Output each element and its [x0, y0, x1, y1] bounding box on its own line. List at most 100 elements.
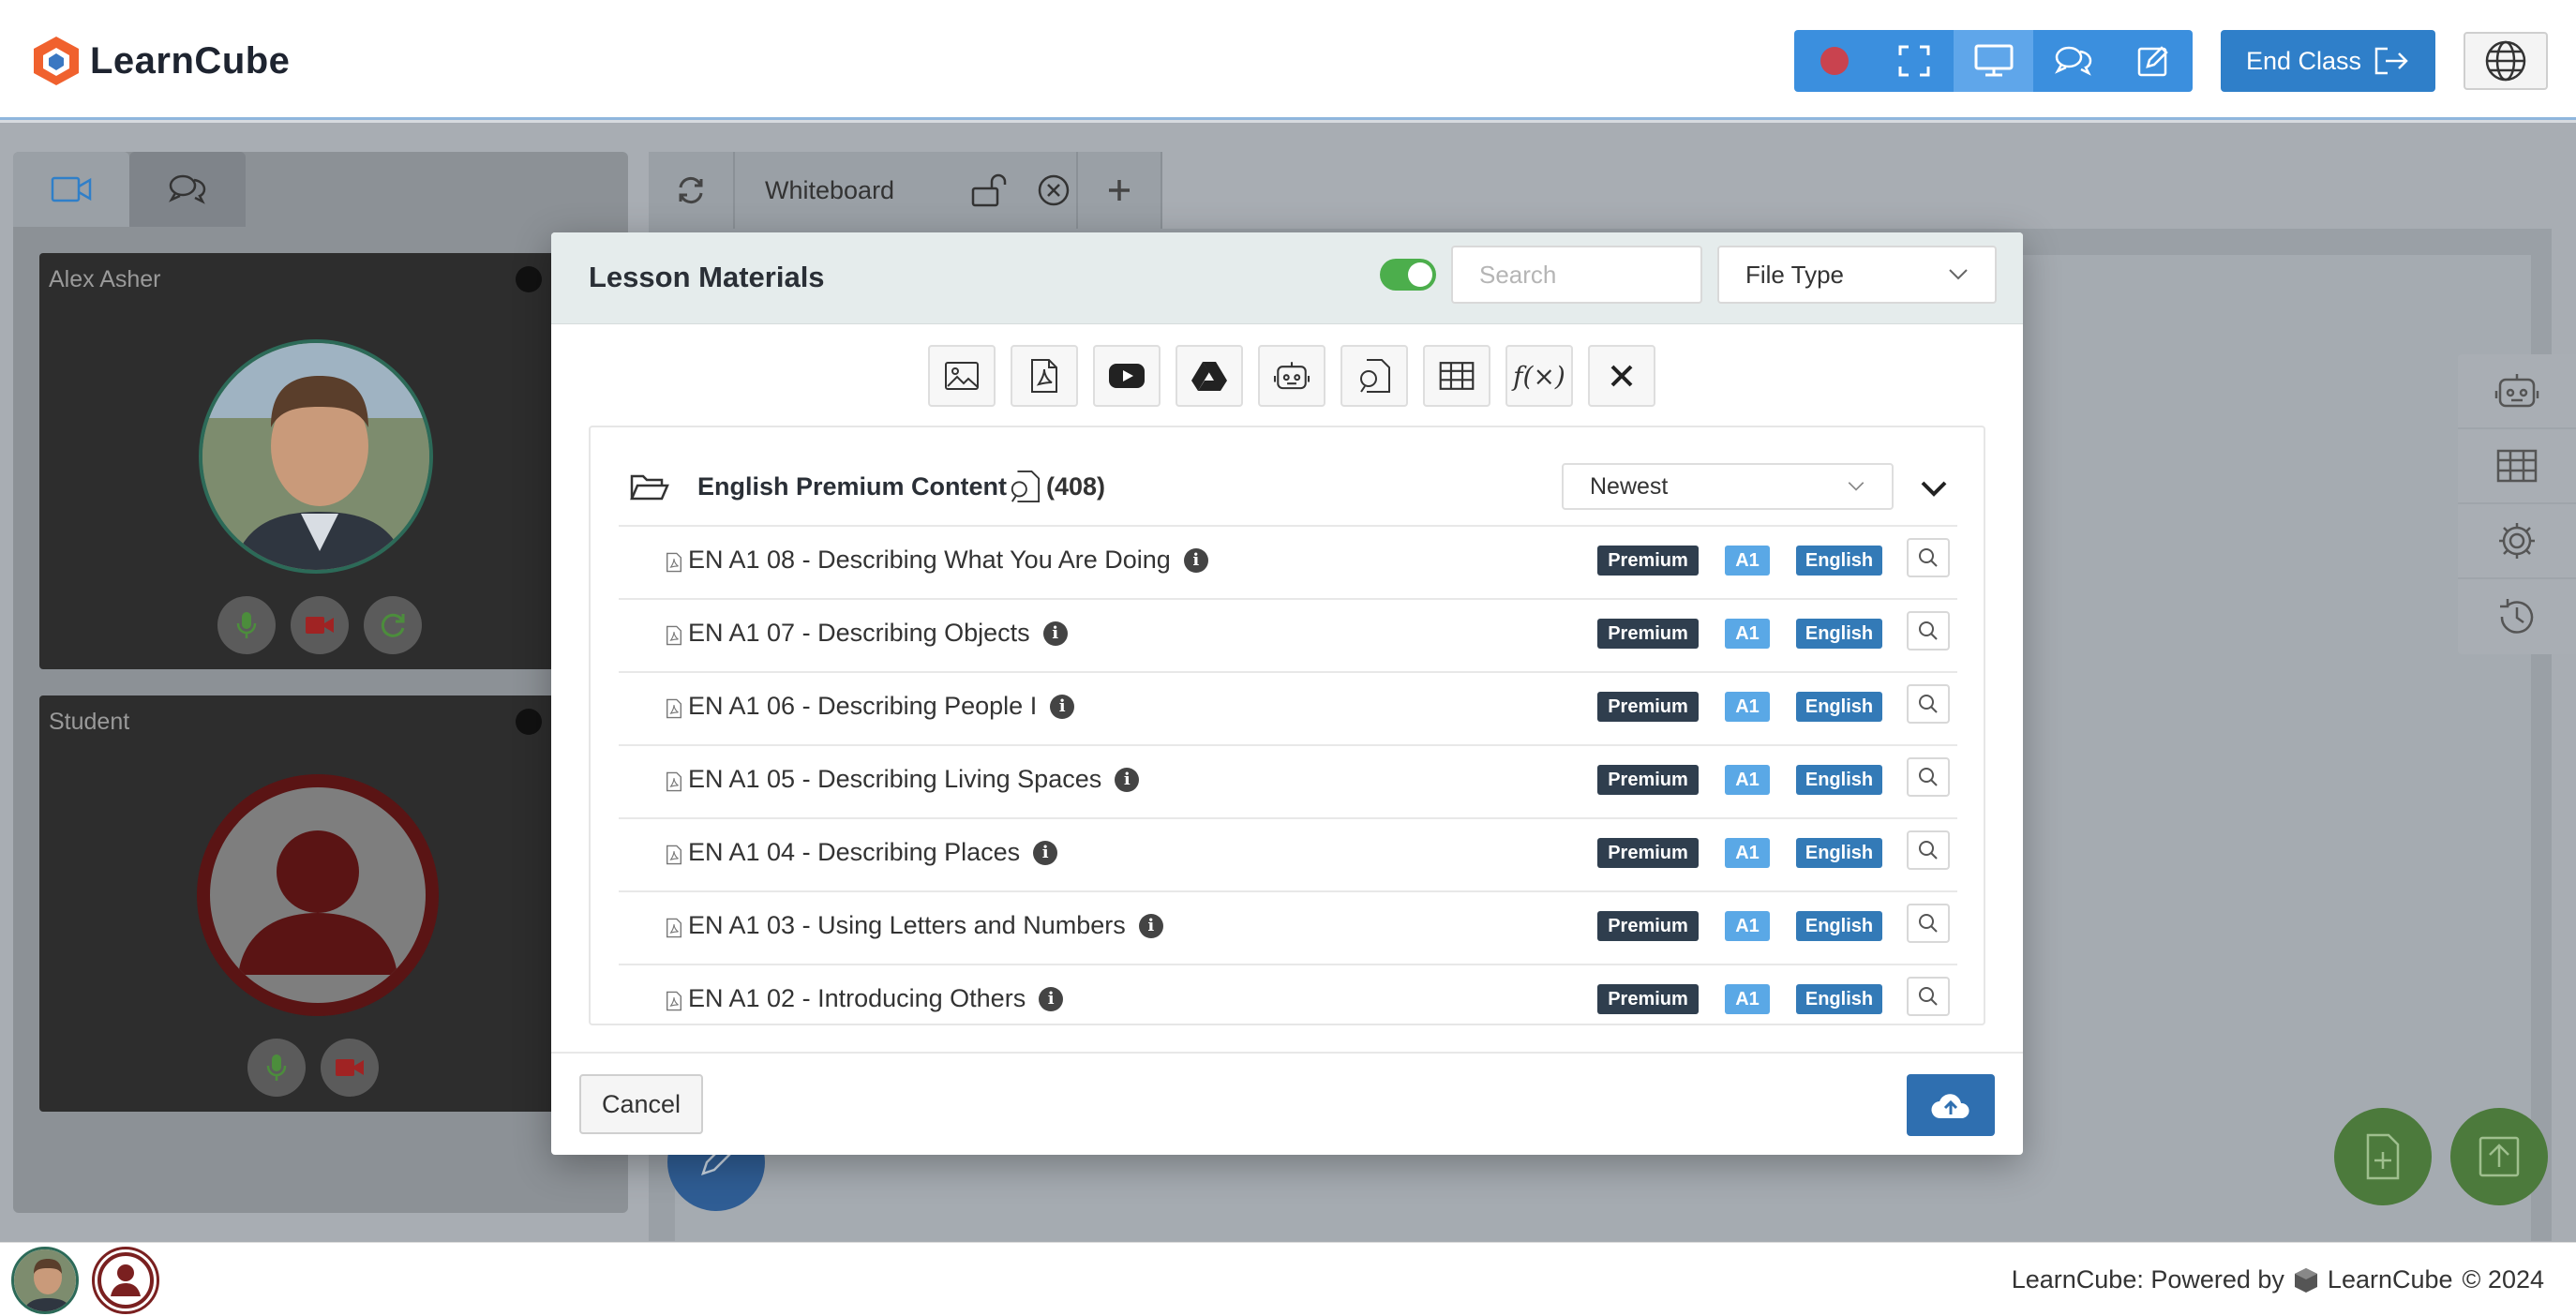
filter-robot-button[interactable] [1258, 345, 1325, 407]
upload-fab-button[interactable] [2450, 1108, 2548, 1205]
chat-button[interactable] [2033, 30, 2113, 92]
badge: English [1796, 692, 1882, 722]
side-toolbar [2458, 354, 2576, 654]
logo[interactable]: LearnCube [32, 34, 290, 88]
folder-header[interactable]: English Premium Content (408) Newest [591, 427, 1984, 525]
file-type-filters: f(×) [928, 345, 1655, 407]
tab-whiteboard[interactable]: Whiteboard [735, 152, 1078, 229]
pdf-file-icon [666, 771, 682, 792]
mic-button[interactable] [247, 1039, 306, 1097]
cloud-upload-icon [1931, 1094, 1969, 1119]
material-row[interactable]: EN A1 06 - Describing People I i Premium A1… [619, 671, 1957, 744]
info-icon[interactable]: i [1115, 767, 1140, 792]
material-row[interactable]: EN A1 05 - Describing Living Spaces i Prem… [619, 744, 1957, 817]
gear-icon [2499, 523, 2535, 559]
filter-youtube-button[interactable] [1093, 345, 1161, 407]
table-tool-button[interactable] [2458, 429, 2576, 504]
lesson-materials-modal: Lesson Materials File Type [551, 232, 2023, 1155]
cancel-button[interactable]: Cancel [579, 1074, 703, 1134]
end-class-button[interactable]: End Class [2221, 30, 2435, 92]
refresh-button[interactable] [364, 596, 422, 654]
fullscreen-button[interactable] [1874, 30, 1954, 92]
footer-credits: LearnCube: Powered by LearnCube © 2024 [2012, 1265, 2544, 1294]
participant-name: Alex Asher [49, 266, 161, 292]
refresh-icon [381, 613, 405, 637]
record-button[interactable] [1794, 30, 1874, 92]
logo-text: LearnCube [90, 39, 291, 82]
info-icon[interactable]: i [1039, 986, 1064, 1011]
footer-brand[interactable]: LearnCube [2328, 1265, 2453, 1294]
filter-table-button[interactable] [1423, 345, 1490, 407]
badge: Premium [1597, 838, 1699, 868]
material-title[interactable]: EN A1 06 - Describing People I [688, 692, 1037, 721]
materials-folder: English Premium Content (408) Newest EN … [589, 426, 1985, 1025]
reload-button[interactable] [649, 152, 735, 229]
upload-button[interactable] [1907, 1074, 1995, 1136]
info-icon[interactable]: i [1138, 913, 1163, 938]
camera-button[interactable] [321, 1039, 379, 1097]
edit-button[interactable] [2113, 30, 2193, 92]
preview-button[interactable] [1907, 757, 1950, 797]
screen-share-icon [1974, 44, 2013, 77]
settings-button[interactable] [2458, 504, 2576, 579]
material-title[interactable]: EN A1 04 - Describing Places [688, 838, 1020, 867]
footer-avatar-student[interactable] [92, 1247, 159, 1314]
cube-icon [2294, 1267, 2317, 1293]
material-title[interactable]: EN A1 05 - Describing Living Spaces [688, 765, 1101, 794]
search-input[interactable] [1451, 246, 1702, 304]
badge: A1 [1725, 546, 1770, 576]
material-row[interactable]: EN A1 02 - Introducing Others i Premium A1 E… [619, 964, 1957, 1024]
sort-select[interactable]: Newest [1562, 463, 1894, 510]
learncube-logo-icon [34, 37, 79, 85]
info-icon[interactable]: i [1050, 694, 1075, 719]
drive-icon [1191, 362, 1227, 391]
preview-button[interactable] [1907, 977, 1950, 1016]
add-tab-button[interactable] [1078, 152, 1162, 229]
preview-button[interactable] [1907, 904, 1950, 943]
preview-button[interactable] [1907, 830, 1950, 870]
info-icon[interactable]: i [1183, 547, 1208, 573]
mic-button[interactable] [217, 596, 276, 654]
robot-icon [2494, 374, 2539, 408]
material-title[interactable]: EN A1 08 - Describing What You Are Doing [688, 546, 1171, 575]
filter-images-button[interactable] [928, 345, 996, 407]
filter-function-button[interactable]: f(×) [1505, 345, 1573, 407]
info-icon[interactable]: i [1042, 621, 1068, 646]
language-button[interactable] [2464, 32, 2548, 90]
preview-button[interactable] [1907, 684, 1950, 724]
badge: English [1796, 911, 1882, 941]
filter-interactive-button[interactable] [1340, 345, 1408, 407]
whiteboard-tabbar: Whiteboard [649, 152, 1162, 229]
material-title[interactable]: EN A1 03 - Using Letters and Numbers [688, 911, 1126, 940]
material-row[interactable]: EN A1 08 - Describing What You Are Doing… [619, 525, 1957, 598]
unlock-icon[interactable] [969, 173, 1011, 207]
screen-share-button[interactable] [1954, 30, 2033, 92]
filter-drive-button[interactable] [1176, 345, 1243, 407]
history-button[interactable] [2458, 579, 2576, 654]
footer-avatar-alex[interactable] [11, 1247, 79, 1314]
tab-chat[interactable] [129, 152, 246, 227]
preview-button[interactable] [1907, 611, 1950, 651]
search-icon [1919, 548, 1938, 567]
info-icon[interactable]: i [1033, 840, 1058, 865]
badge: A1 [1725, 984, 1770, 1014]
close-tab-icon[interactable] [1037, 173, 1071, 207]
preview-button[interactable] [1907, 538, 1950, 577]
file-type-select[interactable]: File Type [1717, 246, 1997, 304]
material-title[interactable]: EN A1 02 - Introducing Others [688, 984, 1026, 1013]
folder-open-icon [630, 474, 669, 501]
material-row[interactable]: EN A1 04 - Describing Places i Premium A1 En… [619, 817, 1957, 890]
badge: A1 [1725, 619, 1770, 649]
materials-toggle[interactable] [1380, 259, 1436, 291]
clear-filter-button[interactable] [1588, 345, 1655, 407]
material-row[interactable]: EN A1 03 - Using Letters and Numbers i Pre… [619, 890, 1957, 964]
material-row[interactable]: EN A1 07 - Describing Objects i Premium A1 E… [619, 598, 1957, 671]
add-file-fab-button[interactable] [2334, 1108, 2432, 1205]
filter-pdf-button[interactable] [1011, 345, 1078, 407]
material-title[interactable]: EN A1 07 - Describing Objects [688, 619, 1030, 648]
tab-video[interactable] [13, 152, 129, 227]
robot-tool-button[interactable] [2458, 354, 2576, 429]
camera-button[interactable] [291, 596, 349, 654]
collapse-chevron-icon[interactable] [1920, 480, 1948, 499]
chevron-down-icon [1949, 269, 1968, 280]
